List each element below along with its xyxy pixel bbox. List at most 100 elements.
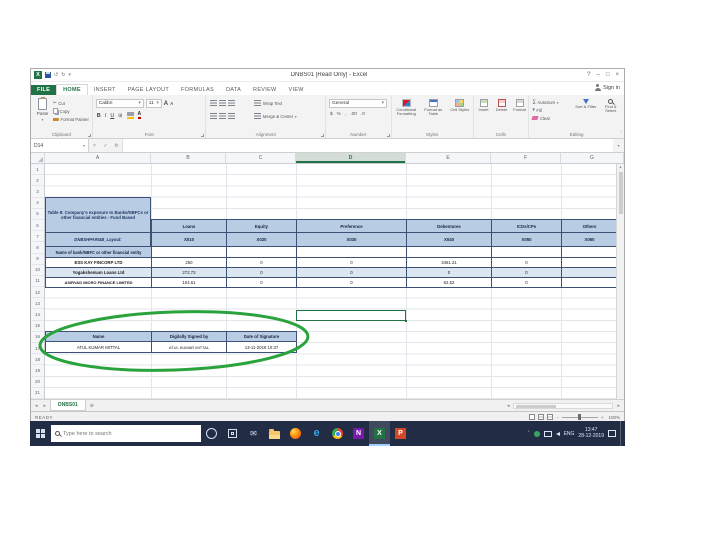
debentures-cell[interactable]: 3461.21 xyxy=(407,258,492,268)
shrink-font-button[interactable]: A xyxy=(170,101,173,106)
code-x060[interactable]: X060 xyxy=(562,233,618,247)
selected-cell[interactable] xyxy=(296,310,407,322)
fill-button[interactable]: ▾ Fill xyxy=(532,106,558,114)
loans-cell[interactable]: 104.61 xyxy=(152,278,227,288)
taskbar-search[interactable] xyxy=(51,425,201,442)
comma-style-button[interactable]: , xyxy=(345,112,346,117)
file-explorer-button[interactable] xyxy=(264,421,285,446)
tab-data[interactable]: DATA xyxy=(220,85,247,95)
loans-cell[interactable]: 272.73 xyxy=(152,268,227,278)
name-box[interactable]: D14 ▾ xyxy=(31,139,89,152)
company-name-cell[interactable]: Yogakshemam Loans Ltd xyxy=(46,268,152,278)
column-header-b[interactable]: B xyxy=(151,153,226,163)
header-preference[interactable]: Preference xyxy=(297,219,407,233)
font-dialog-launcher[interactable] xyxy=(201,134,205,137)
sig-name-cell[interactable]: ATUL KUMAR MITTAL xyxy=(46,342,152,353)
equity-cell[interactable]: 0 xyxy=(227,278,297,288)
delete-cells-button[interactable]: Delete xyxy=(494,99,510,112)
alignment-dialog-launcher[interactable] xyxy=(321,134,324,137)
start-button[interactable] xyxy=(30,421,51,446)
formula-input[interactable] xyxy=(122,139,613,152)
icds-cell[interactable]: 0 xyxy=(492,278,562,288)
zoom-out-button[interactable]: − xyxy=(556,415,559,420)
network-icon[interactable] xyxy=(543,430,552,437)
column-header-d-selected[interactable]: D xyxy=(296,153,406,163)
table8-title-cell[interactable]: Table 8: Company's exposure to Banks/NBF… xyxy=(45,197,151,233)
sig-date-cell[interactable]: 13-11-2018 10:37 xyxy=(227,342,297,353)
preference-cell[interactable]: 0 xyxy=(297,258,407,268)
undo-icon[interactable]: ↺ xyxy=(54,72,58,78)
row-header[interactable]: 21 xyxy=(31,388,44,399)
copy-button[interactable]: Copy xyxy=(53,107,91,115)
tray-expand-icon[interactable]: ˆ xyxy=(528,431,530,437)
task-view-button[interactable] xyxy=(222,421,243,446)
firefox-button[interactable] xyxy=(285,421,306,446)
empty-cell[interactable] xyxy=(407,247,492,258)
header-debentures[interactable]: Debentures xyxy=(407,219,492,233)
cut-button[interactable]: ✂ Cut xyxy=(53,99,91,107)
volume-icon[interactable] xyxy=(555,431,560,436)
language-indicator[interactable]: ENG xyxy=(564,431,575,437)
row-header[interactable]: 2 xyxy=(31,175,44,187)
sig-header-name[interactable]: Name xyxy=(46,331,152,342)
scrollbar-thumb[interactable] xyxy=(618,172,623,214)
row-header[interactable]: 16 xyxy=(31,332,44,343)
header-equity[interactable]: Equity xyxy=(227,219,297,233)
cortana-button[interactable] xyxy=(201,421,222,446)
others-cell[interactable] xyxy=(562,258,618,268)
empty-cell[interactable] xyxy=(297,247,407,258)
column-header-f[interactable]: F xyxy=(491,153,561,163)
vertical-scrollbar[interactable]: ▴ xyxy=(616,164,624,399)
close-button[interactable]: × xyxy=(615,72,619,78)
row-header[interactable]: 6 xyxy=(31,220,44,232)
row-header[interactable]: 7 xyxy=(31,231,44,243)
hscroll-right-icon[interactable]: ▸ xyxy=(615,403,622,409)
row-header[interactable]: 14 xyxy=(31,309,44,321)
restore-button[interactable]: □ xyxy=(606,72,610,78)
sig-header-date[interactable]: Date of Signature xyxy=(227,331,297,342)
align-left-icon[interactable] xyxy=(210,113,218,119)
zoom-slider-thumb[interactable] xyxy=(577,414,581,420)
tab-review[interactable]: REVIEW xyxy=(247,85,283,95)
normal-view-button[interactable] xyxy=(529,414,536,420)
show-desktop-button[interactable] xyxy=(620,421,622,446)
underline-button[interactable]: U xyxy=(110,113,114,119)
redo-icon[interactable]: ↻ xyxy=(61,72,65,78)
code-x020[interactable]: X020 xyxy=(227,233,297,247)
code-x010[interactable]: X010 xyxy=(152,233,227,247)
bold-button[interactable]: B xyxy=(97,113,101,119)
horizontal-scrollbar[interactable] xyxy=(513,402,614,409)
scroll-up-icon[interactable]: ▴ xyxy=(619,164,621,169)
tab-view[interactable]: VIEW xyxy=(283,85,310,95)
sign-in-button[interactable]: Sign in xyxy=(594,84,620,91)
edge-button[interactable]: e xyxy=(306,421,327,446)
excel-taskbar-button-active[interactable]: X xyxy=(369,421,390,446)
mail-app-button[interactable]: ✉ xyxy=(243,421,264,446)
debentures-cell[interactable]: 62.52 xyxy=(407,278,492,288)
tab-page-layout[interactable]: PAGE LAYOUT xyxy=(122,85,175,95)
sig-signed-by-cell[interactable]: ATUL KUMAR MITTAL xyxy=(152,342,227,353)
hscroll-left-icon[interactable]: ◂ xyxy=(505,403,512,409)
chrome-button[interactable] xyxy=(327,421,348,446)
sheet-nav-right-icon[interactable]: ▸ xyxy=(42,403,49,409)
number-dialog-launcher[interactable] xyxy=(386,134,390,137)
column-header-g[interactable]: G xyxy=(561,153,624,163)
tab-file[interactable]: FILE xyxy=(31,85,57,95)
empty-cell[interactable] xyxy=(227,247,297,258)
row-header[interactable]: 1 xyxy=(31,164,44,176)
debentures-cell[interactable]: 0 xyxy=(407,268,492,278)
align-center-icon[interactable] xyxy=(219,113,227,119)
row-header[interactable]: 8 xyxy=(31,242,44,254)
align-middle-icon[interactable] xyxy=(219,100,227,106)
page-layout-view-button[interactable] xyxy=(538,414,545,420)
row-header[interactable]: 4 xyxy=(31,198,44,209)
row-header[interactable]: 17 xyxy=(31,343,44,355)
preference-cell[interactable]: 0 xyxy=(297,268,407,278)
action-center-icon[interactable] xyxy=(608,430,616,437)
tab-home[interactable]: HOME xyxy=(56,84,88,95)
code-x050[interactable]: X050 xyxy=(492,233,562,247)
row-header[interactable]: 10 xyxy=(31,265,44,276)
preference-cell[interactable]: 0 xyxy=(297,278,407,288)
section-label-cell[interactable]: Name of bank/NBFC or other financial ent… xyxy=(46,247,152,258)
zoom-slider[interactable] xyxy=(561,414,598,420)
